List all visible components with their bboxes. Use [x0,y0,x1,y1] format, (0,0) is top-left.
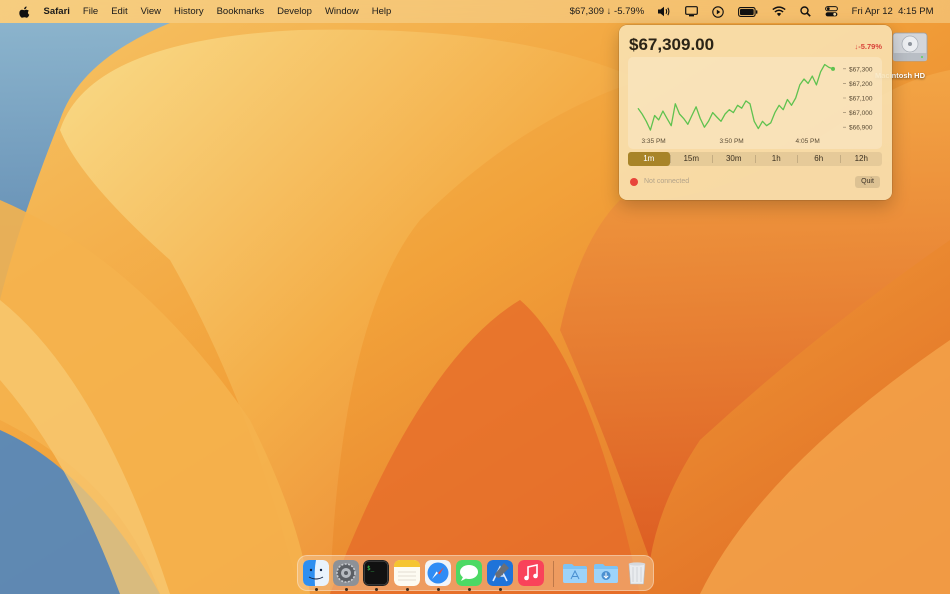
safari-icon[interactable] [425,560,451,586]
xcode-icon[interactable] [487,560,513,586]
dock: $_ [297,555,654,591]
dock-separator [553,561,554,587]
spotlight-search-icon[interactable] [793,6,818,17]
music-icon[interactable] [518,560,544,586]
terminal-icon[interactable]: $_ [363,560,389,586]
system-settings-icon[interactable] [333,560,359,586]
y-tick-label: $67,300 [849,66,873,73]
now-playing-icon[interactable] [705,5,731,18]
apple-logo-icon[interactable] [12,6,37,18]
running-indicator [498,588,502,591]
menu-develop[interactable]: Develop [271,0,319,23]
y-tick-label: $66,900 [849,125,873,132]
control-center-icon[interactable] [818,6,845,17]
timeframe-6h[interactable]: 6h [798,152,840,166]
last-price-point [831,66,835,71]
menu-bar-clock[interactable]: Fri Apr 12 4:15 PM [845,0,940,23]
running-indicator [314,588,318,591]
menu-app-name[interactable]: Safari [37,0,76,23]
running-indicator [436,588,440,591]
volume-icon[interactable] [650,6,678,17]
running-indicator [344,588,348,591]
price-series-line [637,63,834,131]
screen-mirroring-icon[interactable] [678,6,705,17]
price-ticker-status-item[interactable]: $67,309 ↓ -5.79% [564,6,650,17]
menu-bar-right: $67,309 ↓ -5.79% Fri Apr 12 4:15 PM [564,0,950,23]
menu-bar: Safari File Edit View History Bookmarks … [0,0,950,23]
menu-bookmarks[interactable]: Bookmarks [210,0,271,23]
running-indicator [467,588,471,591]
y-tick-label: $67,200 [849,81,873,88]
price-chart: $67,300 $67,200 $67,100 $67,000 $66,900 3:35 … [628,57,882,149]
trash-icon[interactable] [624,560,650,586]
connection-status-text: Not connected [644,178,690,185]
timeframe-15m[interactable]: 15m [671,152,713,166]
running-indicator [374,588,378,591]
price-chart-svg: $67,300 $67,200 $67,100 $67,000 $66,900 3:35 … [637,63,873,145]
applications-folder-icon[interactable] [562,560,588,586]
price-change: ↓-5.79% [854,42,882,51]
messages-icon[interactable] [456,560,482,586]
price-popover: $67,309.00 ↓-5.79% $67,300 $67,200 $67,100… [619,25,892,200]
timeframe-30m[interactable]: 30m [713,152,755,166]
connection-status-dot [630,178,638,186]
menu-history[interactable]: History [168,0,211,23]
menu-file[interactable]: File [76,0,104,23]
menu-edit[interactable]: Edit [105,0,134,23]
timeframe-1h[interactable]: 1h [756,152,798,166]
hard-drive-icon[interactable] [890,27,930,67]
quit-button[interactable]: Quit [855,176,880,188]
timeframe-12h[interactable]: 12h [841,152,883,166]
y-tick-label: $67,000 [849,110,873,117]
menu-window[interactable]: Window [318,0,365,23]
timeframe-selector: 1m 15m 30m 1h 6h 12h [628,152,882,166]
running-indicator [405,588,409,591]
finder-icon[interactable] [303,560,329,586]
menu-bar-left: Safari File Edit View History Bookmarks … [0,0,398,23]
menu-help[interactable]: Help [365,0,398,23]
notes-icon[interactable] [394,560,420,586]
x-tick-label: 3:50 PM [719,138,743,145]
current-price: $67,309.00 [629,35,715,54]
timeframe-1m[interactable]: 1m [628,152,670,166]
svg-text:$_: $_ [367,565,375,572]
battery-icon[interactable] [731,6,765,17]
menu-view[interactable]: View [134,0,167,23]
wifi-icon[interactable] [765,6,793,17]
x-tick-label: 3:35 PM [641,138,665,145]
downloads-folder-icon[interactable] [593,560,619,586]
x-tick-label: 4:05 PM [796,138,820,145]
y-tick-label: $67,100 [849,96,873,103]
